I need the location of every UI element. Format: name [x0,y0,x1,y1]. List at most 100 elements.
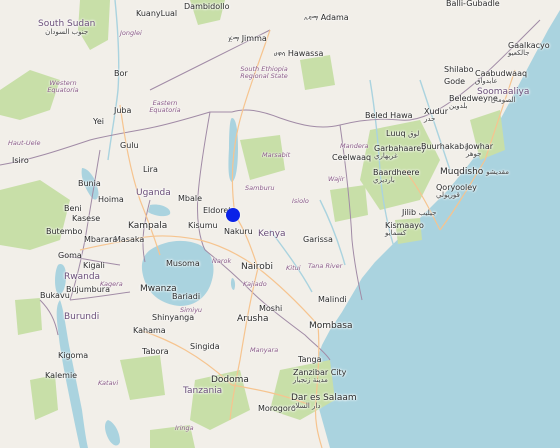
label-burundi-text: Burundi [64,312,100,322]
label-burundi: Burundi [64,313,99,322]
label-nakuru-text: Nakuru [224,227,253,236]
label-bor: Bor [114,70,128,78]
label-jilib-text: Jilib [402,208,417,217]
label-south-ethiopia-region: South Ethiopia Regional State [234,66,294,79]
label-gulu: Gulu [120,142,139,150]
label-western-eq-text: Western Equatoria [47,79,79,94]
label-bunia: Bunia [78,180,101,188]
label-mogadishu-ar: مقديشو [486,168,509,176]
label-galkacyo: Gaalkacyo جالكعيو [508,42,550,57]
label-masaka: Masaka [114,236,144,244]
label-kuanylual: KuanyLual [136,10,177,18]
label-moshi-text: Moshi [259,304,283,313]
label-garissa-text: Garissa [303,235,333,244]
label-qoryooley-ar: قوريولي [436,191,460,199]
label-ceelwaaq-text: Ceelwaaq [332,153,372,162]
label-mogadishu-text: Muqdisho [440,167,484,177]
label-bariadi-text: Bariadi [172,292,201,301]
label-singida-text: Singida [190,342,220,351]
label-mombasa-text: Mombasa [309,321,353,331]
label-garbahaarey: Garbahaarey غربهاري [374,145,426,160]
location-marker[interactable] [226,208,240,222]
label-dodoma: Dodoma [211,376,249,385]
label-tana-text: Tana River [308,262,343,270]
label-jowhar-ar: جوهر [466,150,482,158]
label-mbale-text: Mbale [178,194,203,203]
label-balli-text: Balli-Gubadle [446,0,500,8]
label-dar-es-salaam: Dar es Salaam دار السلام [291,394,357,410]
label-iringa: Iringa [175,425,194,432]
label-bariadi: Bariadi [172,293,200,301]
label-jimma-text: Jimma [241,34,267,43]
label-caabudwaaq-ar: عابدواق [475,77,498,85]
label-jimma-et: ጅማ [228,35,240,43]
label-goma: Goma [58,252,82,260]
label-kasese-text: Kasese [72,214,101,223]
label-narok: Narok [212,258,231,265]
label-musoma-text: Musoma [166,259,200,268]
label-qoryooley: Qoryooley قوريولي [436,184,477,199]
label-masaka-text: Masaka [114,235,145,244]
label-lira: Lira [143,166,158,174]
label-caabudwaaq: Caabudwaaq عابدواق [475,70,527,85]
label-mbarara-text: Mbarara [84,235,118,244]
label-katavi-text: Katavi [98,379,119,387]
label-butembo-text: Butembo [46,227,83,236]
label-baardheere-ar: بارديري [373,176,395,184]
label-marsabit: Marsabit [262,152,290,159]
label-kalemie-text: Kalemie [45,371,78,380]
label-uganda-text: Uganda [136,188,171,198]
label-goma-text: Goma [58,251,82,260]
label-kigali: Kigali [83,262,105,270]
label-jilib: Jilib جيليب [402,209,436,217]
label-baardheere: Baardheere بارديري [373,169,419,184]
label-luuq-ar: لوق [408,130,420,138]
label-kalemie: Kalemie [45,372,77,380]
label-eastern-eq-text: Eastern Equatoria [149,99,181,114]
label-adama-et: አዳማ [304,14,319,22]
label-bujumbura-text: Bujumbura [66,285,110,294]
label-nairobi: Nairobi [241,263,273,272]
label-kuanylual-text: KuanyLual [136,9,178,18]
map-canvas[interactable]: South Sudan جنوب السودان Uganda Kenya Ta… [0,0,560,448]
label-luuq: Luuq لوق [386,130,419,138]
label-manyara: Manyara [250,347,278,354]
label-buurhakaba-text: Buurhakaba [421,142,470,151]
label-shinyanga-text: Shinyanga [152,313,195,322]
label-wajir-text: Wajir [328,175,345,183]
label-kenya: Kenya [258,230,286,239]
label-kahama: Kahama [133,327,166,335]
label-samburu: Samburu [245,185,274,192]
label-juba-text: Juba [114,106,132,115]
label-katavi: Katavi [98,380,118,387]
label-gulu-text: Gulu [120,141,139,150]
label-shinyanga: Shinyanga [152,314,194,322]
label-manyara-text: Manyara [250,346,279,354]
label-bukavu-text: Bukavu [40,291,70,300]
label-tanga-text: Tanga [298,355,322,364]
label-kismayo: Kismaayo كسمايو [385,222,424,237]
label-tanzania-text: Tanzania [183,386,223,396]
label-jimma: ጅማ Jimma [228,35,267,43]
label-malindi-text: Malindi [318,295,347,304]
label-beledweyne-ar: بلدوين [449,102,468,110]
label-xudur: Xudur حدر [424,108,448,123]
label-jonglei: Jonglei [120,30,142,37]
label-isiolo-text: Isiolo [292,197,309,205]
label-musoma: Musoma [166,260,200,268]
label-tana-river: Tana River [308,263,342,270]
label-luuq-text: Luuq [386,129,406,138]
label-dodoma-text: Dodoma [211,375,249,385]
label-haut-uele: Haut-Uele [8,140,40,147]
lake-rukwa [105,420,120,446]
label-eastern-equatoria: Eastern Equatoria [140,100,190,113]
label-jonglei-text: Jonglei [120,29,142,37]
lake-turkana [228,118,238,182]
label-galkacyo-ar: جالكعيو [508,49,530,57]
label-gode-text: Gode [444,77,466,86]
label-isiolo: Isiolo [292,198,309,205]
label-narok-text: Narok [212,257,232,265]
label-hoima-text: Hoima [98,195,124,204]
label-adama-text: Adama [320,13,349,22]
label-jilib-ar: جيليب [418,209,437,217]
